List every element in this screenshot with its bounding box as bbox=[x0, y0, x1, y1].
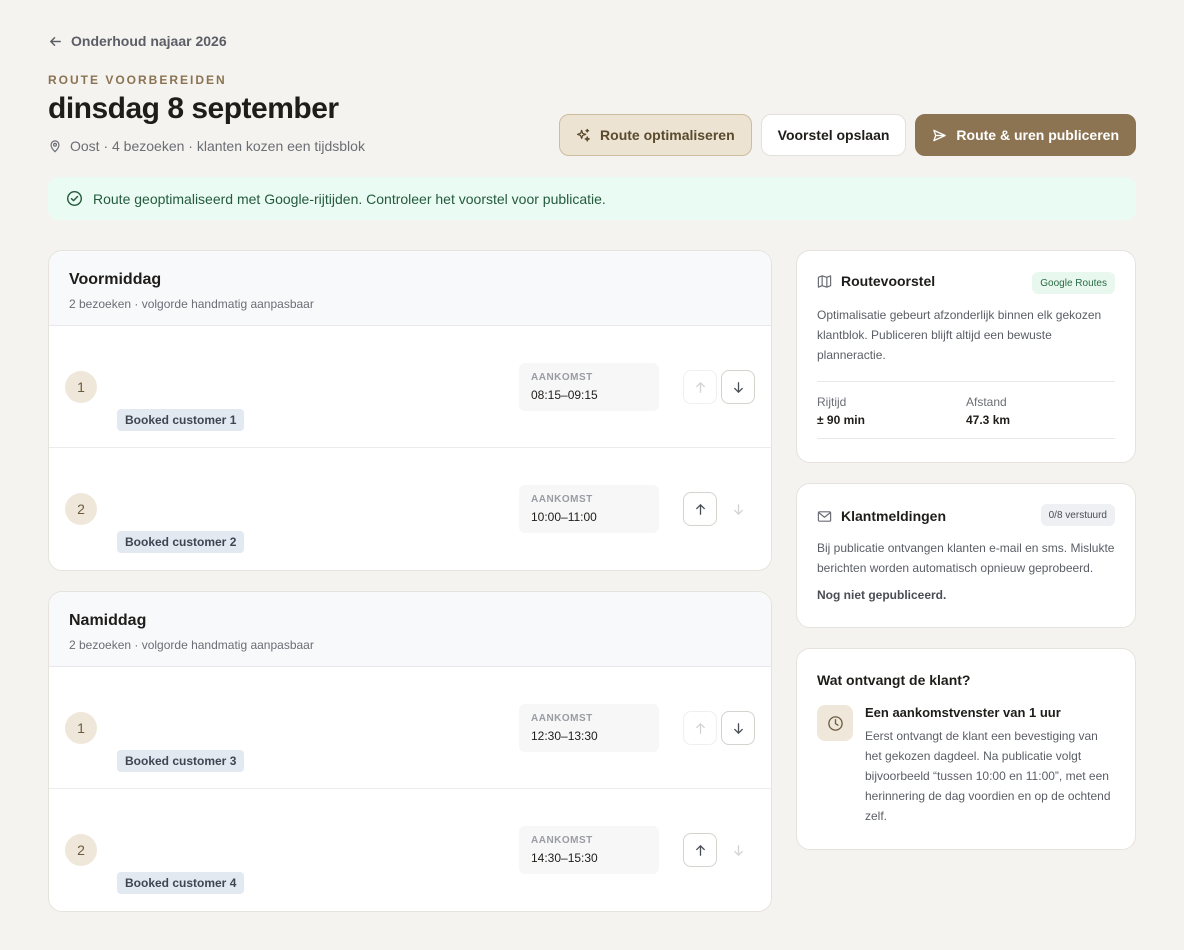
action-bar: Route optimaliseren Voorstel opslaan Rou… bbox=[559, 114, 1136, 156]
customer-notifications-card: Klantmeldingen 0/8 verstuurd Bij publica… bbox=[796, 483, 1136, 628]
drive-time-stat: Rijtijd ± 90 min bbox=[817, 395, 966, 427]
move-down-button[interactable] bbox=[721, 711, 755, 745]
visit-number: 1 bbox=[65, 712, 97, 744]
arrival-time: 08:15–09:15 bbox=[531, 388, 598, 402]
visit-number: 2 bbox=[65, 493, 97, 525]
visit-row: 1 Booked customer 1 AANKOMST 08:15–09:15 bbox=[49, 326, 771, 448]
arrival-window: AANKOMST 10:00–11:00 bbox=[519, 485, 659, 533]
publish-route-button[interactable]: Route & uren publiceren bbox=[915, 114, 1136, 156]
customer-card-item: Een aankomstvenster van 1 uur Eerst ontv… bbox=[865, 705, 1115, 826]
block-subtitle: 2 bezoeken · volgorde handmatig aanpasba… bbox=[69, 297, 314, 311]
meta-text: Oost · 4 bezoeken · klanten kozen een ti… bbox=[70, 138, 365, 154]
block-title: Namiddag bbox=[69, 612, 147, 629]
arrow-down-icon bbox=[733, 722, 743, 734]
arrow-up-icon bbox=[695, 722, 705, 734]
block-voormiddag: Voormiddag 2 bezoeken · volgorde handmat… bbox=[48, 250, 772, 571]
arrow-up-icon bbox=[695, 381, 705, 393]
drive-time-label: Rijtijd bbox=[817, 395, 847, 409]
check-circle-icon bbox=[66, 190, 83, 207]
arrival-time: 12:30–13:30 bbox=[531, 729, 598, 743]
block-header: Namiddag 2 bezoeken · volgorde handmatig… bbox=[49, 592, 771, 667]
distance-value: 47.3 km bbox=[966, 413, 1011, 427]
move-down-button[interactable] bbox=[721, 370, 755, 404]
arrival-label: AANKOMST bbox=[531, 713, 593, 724]
optimize-route-label: Route optimaliseren bbox=[600, 127, 735, 143]
arrow-up-icon bbox=[695, 503, 705, 515]
banner-text: Route geoptimaliseerd met Google-rijtijd… bbox=[93, 190, 606, 207]
visit-number: 2 bbox=[65, 834, 97, 866]
arrow-down-icon bbox=[733, 381, 743, 393]
sent-count-badge: 0/8 verstuurd bbox=[1040, 504, 1115, 526]
visit-number: 1 bbox=[65, 371, 97, 403]
google-routes-badge: Google Routes bbox=[1032, 272, 1115, 294]
arrow-up-icon bbox=[695, 844, 705, 856]
drive-time-value: ± 90 min bbox=[817, 413, 865, 427]
arrival-window: AANKOMST 12:30–13:30 bbox=[519, 704, 659, 752]
visit-row: 2 Booked customer 2 AANKOMST 10:00–11:00 bbox=[49, 448, 771, 570]
clock-icon-box bbox=[817, 705, 853, 741]
location-pin-icon bbox=[50, 140, 60, 153]
move-up-button[interactable] bbox=[683, 492, 717, 526]
route-proposal-card: Routevoorstel Google Routes Optimalisati… bbox=[796, 250, 1136, 463]
optimize-route-button[interactable]: Route optimaliseren bbox=[559, 114, 752, 156]
page-eyebrow: ROUTE VOORBEREIDEN bbox=[48, 73, 227, 87]
item-text: Eerst ontvangt de klant een bevestiging … bbox=[865, 729, 1111, 823]
customer-tag[interactable]: Booked customer 3 bbox=[117, 750, 245, 772]
clock-icon bbox=[827, 715, 843, 731]
publish-route-label: Route & uren publiceren bbox=[956, 127, 1119, 143]
save-proposal-button[interactable]: Voorstel opslaan bbox=[760, 114, 907, 156]
arrow-left-icon bbox=[50, 36, 61, 46]
move-up-button[interactable] bbox=[683, 370, 717, 404]
success-banner: Route geoptimaliseerd met Google-rijtijd… bbox=[48, 177, 1136, 220]
customer-info-card: Wat ontvangt de klant? Een aankomstvenst… bbox=[796, 648, 1136, 850]
move-up-button[interactable] bbox=[683, 833, 717, 867]
arrival-time: 14:30–15:30 bbox=[531, 851, 598, 865]
route-stats: Rijtijd ± 90 min Afstand 47.3 km bbox=[817, 381, 1115, 439]
distance-label: Afstand bbox=[966, 395, 1007, 409]
item-title: Een aankomstvenster van 1 uur bbox=[865, 705, 1061, 720]
block-subtitle: 2 bezoeken · volgorde handmatig aanpasba… bbox=[69, 638, 314, 652]
distance-stat: Afstand 47.3 km bbox=[966, 395, 1115, 427]
publish-status: Nog niet gepubliceerd. bbox=[817, 588, 947, 602]
route-card-title-text: Routevoorstel bbox=[841, 273, 936, 289]
send-icon bbox=[933, 129, 947, 141]
block-header: Voormiddag 2 bezoeken · volgorde handmat… bbox=[49, 251, 771, 326]
visit-row: 2 Booked customer 4 AANKOMST 14:30–15:30 bbox=[49, 789, 771, 911]
back-link[interactable]: Onderhoud najaar 2026 bbox=[48, 33, 227, 49]
customer-tag[interactable]: Booked customer 4 bbox=[117, 872, 245, 894]
arrow-down-icon bbox=[733, 503, 743, 515]
move-down-button[interactable] bbox=[721, 833, 755, 867]
mail-icon bbox=[817, 510, 832, 522]
customer-tag[interactable]: Booked customer 2 bbox=[117, 531, 245, 553]
move-up-button[interactable] bbox=[683, 711, 717, 745]
sparkles-icon bbox=[577, 128, 590, 142]
arrival-window: AANKOMST 08:15–09:15 bbox=[519, 363, 659, 411]
move-down-button[interactable] bbox=[721, 492, 755, 526]
block-namiddag: Namiddag 2 bezoeken · volgorde handmatig… bbox=[48, 591, 772, 912]
notify-card-description: Bij publicatie ontvangen klanten e-mail … bbox=[817, 541, 1115, 575]
customer-tag[interactable]: Booked customer 1 bbox=[117, 409, 245, 431]
arrow-down-icon bbox=[733, 844, 743, 856]
notify-card-title-text: Klantmeldingen bbox=[841, 508, 947, 524]
customer-card-title: Wat ontvangt de klant? bbox=[817, 672, 971, 688]
page-meta: Oost · 4 bezoeken · klanten kozen een ti… bbox=[48, 138, 365, 154]
arrival-label: AANKOMST bbox=[531, 372, 593, 383]
page-title: dinsdag 8 september bbox=[48, 92, 339, 125]
arrival-label: AANKOMST bbox=[531, 835, 593, 846]
block-title: Voormiddag bbox=[69, 271, 162, 288]
route-card-description: Optimalisatie gebeurt afzonderlijk binne… bbox=[817, 308, 1102, 362]
arrival-window: AANKOMST 14:30–15:30 bbox=[519, 826, 659, 874]
arrival-time: 10:00–11:00 bbox=[531, 510, 597, 524]
arrival-label: AANKOMST bbox=[531, 494, 593, 505]
back-label: Onderhoud najaar 2026 bbox=[71, 33, 227, 49]
visit-row: 1 Booked customer 3 AANKOMST 12:30–13:30 bbox=[49, 667, 771, 789]
map-icon bbox=[817, 274, 832, 288]
